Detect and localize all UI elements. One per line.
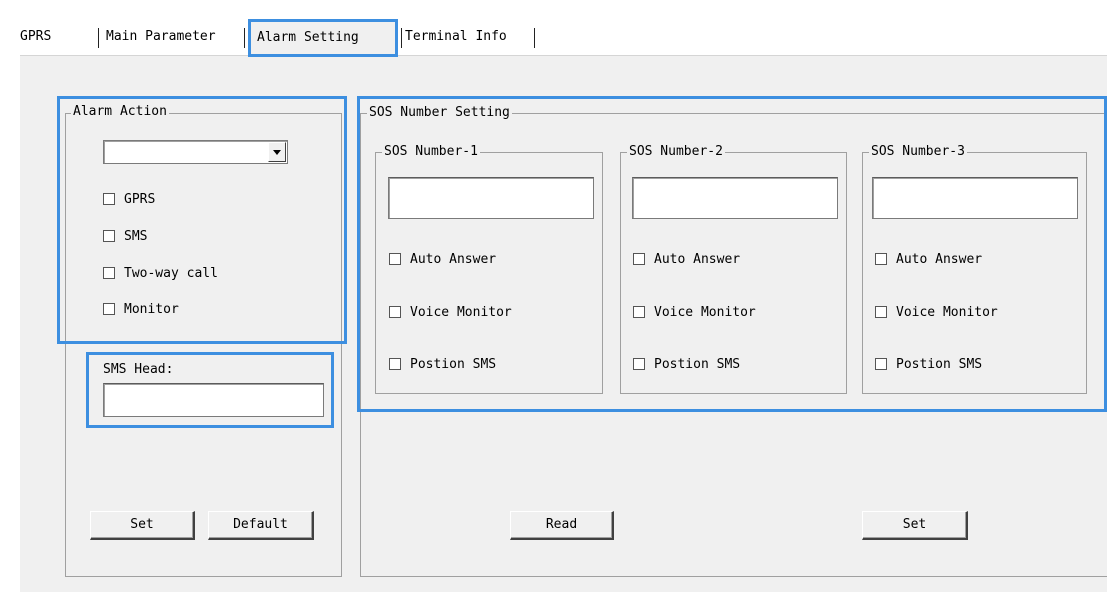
sos3-voice-monitor-checkbox[interactable] <box>875 306 887 318</box>
sos3-position-sms-label: Postion SMS <box>896 357 983 372</box>
read-button[interactable]: Read <box>510 511 614 540</box>
sos1-voice-monitor-row[interactable]: Voice Monitor <box>389 304 512 322</box>
gprs-checkbox-row[interactable]: GPRS <box>103 191 155 209</box>
sos-number-2-input[interactable] <box>632 177 838 219</box>
tab-main-parameter[interactable]: Main Parameter <box>106 24 216 50</box>
sos3-auto-answer-label: Auto Answer <box>896 252 983 267</box>
gprs-checkbox[interactable] <box>103 193 115 205</box>
tab-separator <box>401 28 402 48</box>
tab-separator <box>244 28 245 48</box>
dropdown-button[interactable] <box>268 142 286 162</box>
sos-number-1-input[interactable] <box>388 177 594 219</box>
sos1-voice-monitor-label: Voice Monitor <box>410 305 512 320</box>
chevron-down-icon <box>273 150 281 155</box>
monitor-checkbox-row[interactable]: Monitor <box>103 301 179 319</box>
sos-number-setting-title: SOS Number Setting <box>367 105 512 121</box>
two-way-call-checkbox[interactable] <box>103 267 115 279</box>
sos3-auto-answer-row[interactable]: Auto Answer <box>875 251 982 269</box>
two-way-call-checkbox-row[interactable]: Two-way call <box>103 265 218 283</box>
sos2-voice-monitor-row[interactable]: Voice Monitor <box>633 304 756 322</box>
sos1-auto-answer-label: Auto Answer <box>410 252 497 267</box>
sos-number-2-title: SOS Number-2 <box>627 144 725 160</box>
sms-head-input[interactable] <box>103 383 324 417</box>
sos-number-3-title: SOS Number-3 <box>869 144 967 160</box>
sms-checkbox-row[interactable]: SMS <box>103 228 147 246</box>
sos1-auto-answer-row[interactable]: Auto Answer <box>389 251 496 269</box>
monitor-checkbox-label: Monitor <box>124 302 179 317</box>
sos1-position-sms-row[interactable]: Postion SMS <box>389 356 496 374</box>
sos1-auto-answer-checkbox[interactable] <box>389 253 401 265</box>
tab-gprs[interactable]: GPRS <box>20 24 51 50</box>
default-button[interactable]: Default <box>208 511 314 540</box>
sms-checkbox-label: SMS <box>124 229 148 244</box>
sos-number-1-title: SOS Number-1 <box>382 144 480 160</box>
sos1-position-sms-checkbox[interactable] <box>389 358 401 370</box>
sos2-auto-answer-label: Auto Answer <box>654 252 741 267</box>
sos1-voice-monitor-checkbox[interactable] <box>389 306 401 318</box>
left-set-button[interactable]: Set <box>90 511 195 540</box>
sos2-position-sms-checkbox[interactable] <box>633 358 645 370</box>
tab-separator <box>98 28 99 48</box>
sos-number-3-input[interactable] <box>872 177 1078 219</box>
sms-head-label: SMS Head: <box>103 362 174 377</box>
alarm-action-title: Alarm Action <box>71 104 169 120</box>
sos3-position-sms-checkbox[interactable] <box>875 358 887 370</box>
right-set-button[interactable]: Set <box>862 511 968 540</box>
sos2-position-sms-label: Postion SMS <box>654 357 741 372</box>
sos3-position-sms-row[interactable]: Postion SMS <box>875 356 982 374</box>
sos2-auto-answer-row[interactable]: Auto Answer <box>633 251 740 269</box>
tab-terminal-info[interactable]: Terminal Info <box>405 24 507 50</box>
tab-separator <box>534 28 535 48</box>
sos1-position-sms-label: Postion SMS <box>410 357 497 372</box>
two-way-call-checkbox-label: Two-way call <box>124 266 218 281</box>
sos3-auto-answer-checkbox[interactable] <box>875 253 887 265</box>
alarm-action-dropdown[interactable] <box>103 140 288 164</box>
sos2-voice-monitor-label: Voice Monitor <box>654 305 756 320</box>
tab-alarm-setting[interactable]: Alarm Setting <box>248 19 398 57</box>
sos2-auto-answer-checkbox[interactable] <box>633 253 645 265</box>
monitor-checkbox[interactable] <box>103 303 115 315</box>
sos3-voice-monitor-row[interactable]: Voice Monitor <box>875 304 998 322</box>
sos3-voice-monitor-label: Voice Monitor <box>896 305 998 320</box>
gprs-checkbox-label: GPRS <box>124 192 156 207</box>
sos2-voice-monitor-checkbox[interactable] <box>633 306 645 318</box>
sms-checkbox[interactable] <box>103 230 115 242</box>
sos2-position-sms-row[interactable]: Postion SMS <box>633 356 740 374</box>
